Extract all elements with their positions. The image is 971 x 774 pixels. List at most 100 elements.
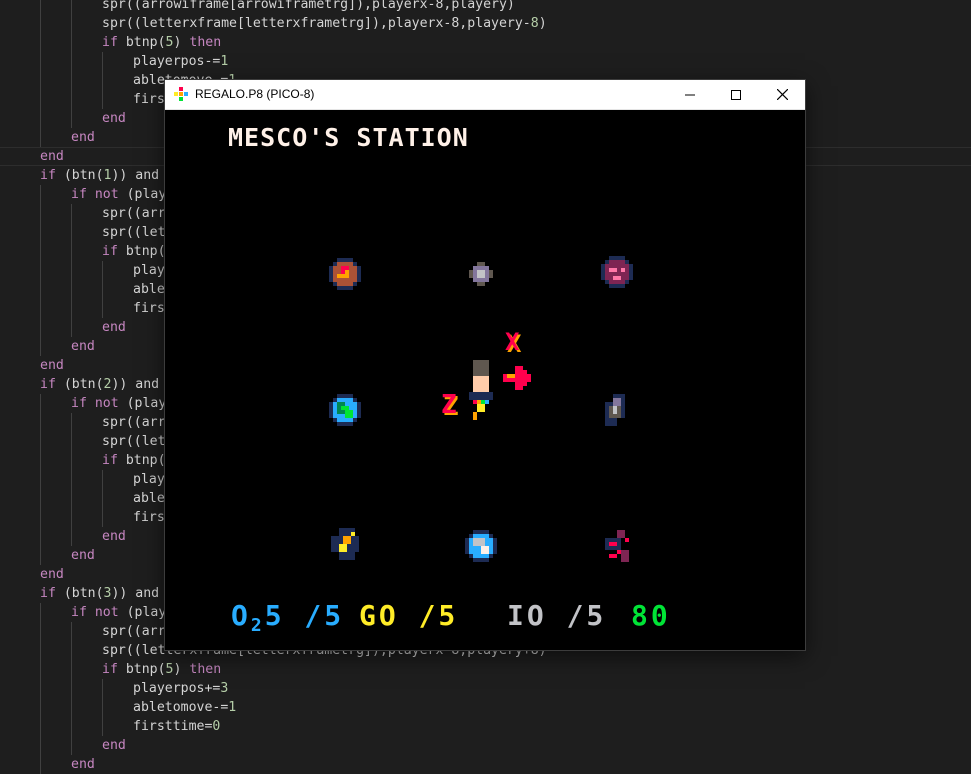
code-token: then [189,35,222,50]
code-line[interactable]: spr((arrowiframe[arrowiframetrg]),player… [102,0,515,14]
indent-guide [40,413,41,432]
code-line[interactable]: end [71,337,95,356]
indent-guide [102,71,103,90]
minimize-button[interactable] [667,80,713,109]
indent-guide [40,14,41,33]
small-moon-icon[interactable] [469,262,493,286]
code-line[interactable]: spr((lett [102,432,173,451]
code-line[interactable]: if not (playe [71,185,174,204]
indent-guide [40,546,41,565]
indent-guide [71,280,72,299]
asteroid-icon[interactable] [601,394,629,426]
code-token: end [102,529,126,544]
code-token: end [102,111,126,126]
code-line[interactable]: if (btn(2)) and [40,375,167,394]
code-line[interactable]: spr((lett [102,223,173,242]
player-character [469,360,493,420]
indent-guide [40,242,41,261]
code-line[interactable]: if btnp(5) then [102,660,221,679]
indent-guide [40,71,41,90]
code-line[interactable]: abletomove-=1 [133,698,236,717]
code-line[interactable]: end [40,565,64,584]
close-button[interactable] [759,80,805,109]
indent-guide [102,698,103,717]
code-line[interactable]: end [102,527,126,546]
code-line[interactable]: end [71,546,95,565]
code-token: if not [71,187,127,202]
maximize-button[interactable] [713,80,759,109]
code-line[interactable]: playerpos-=1 [133,52,228,71]
code-line[interactable]: end [71,128,95,147]
code-line[interactable]: end [102,736,126,755]
code-line[interactable]: if btnp( [102,242,166,261]
code-line[interactable]: spr((letterxframe[letterxframetrg]),play… [102,14,547,33]
maximize-icon [731,89,741,100]
code-line[interactable]: end [102,109,126,128]
code-token: ) [173,662,190,677]
code-token: playerpos+= [133,681,221,696]
indent-guide [40,679,41,698]
indent-guide [102,679,103,698]
indent-guide [71,0,72,14]
game-screen[interactable]: MESCO'S STATION X Z O25 /5 GO /5 IO /5 8… [165,110,805,650]
indent-guide [71,242,72,261]
indent-guide [102,470,103,489]
code-token: end [71,339,95,354]
code-line[interactable]: if not (playe [71,394,174,413]
pink-planet-icon[interactable] [601,256,633,288]
letter-x-indicator: X [505,328,520,356]
indent-guide [71,52,72,71]
code-token: btnp( [125,662,166,677]
indent-guide [40,717,41,736]
indent-guide [102,52,103,71]
window-titlebar[interactable]: REGALO.P8 (PICO-8) [165,80,805,110]
indent-guide [71,14,72,33]
lava-planet-icon[interactable] [329,258,361,290]
code-token: then [189,662,222,677]
indent-guide [40,451,41,470]
minimize-icon [685,94,695,95]
code-token: end [71,548,95,563]
ice-planet-icon[interactable] [465,530,497,562]
code-line[interactable]: spr((arro [102,413,173,432]
broken-planet-icon[interactable] [601,530,633,562]
code-token: if not [71,605,127,620]
indent-guide [71,698,72,717]
code-token: if [40,377,64,392]
code-token: (btn( [63,377,104,392]
indent-guide [40,394,41,413]
code-line[interactable]: if (btn(1)) and [40,166,167,185]
code-token: 1 [220,54,229,69]
code-line[interactable]: end [40,147,64,166]
indent-guide [40,223,41,242]
code-token: 0 [212,719,221,734]
indent-guide [71,204,72,223]
comet-planet-icon[interactable] [331,528,359,560]
code-line[interactable]: spr((arro [102,204,173,223]
earth-planet-icon[interactable] [329,394,361,426]
code-token: 8 [530,16,539,31]
code-line[interactable]: end [71,755,95,774]
o2-label: O [231,599,251,632]
code-line[interactable]: playerpos+=3 [133,679,228,698]
code-line[interactable]: firsttime=0 [133,717,220,736]
code-line[interactable]: if not (playe [71,603,174,622]
code-line[interactable]: spr((arro [102,622,173,641]
indent-guide [40,432,41,451]
indent-guide [40,660,41,679]
indent-guide [71,33,72,52]
code-line[interactable]: if btnp(5) then [102,33,221,52]
code-token: if [102,35,126,50]
go-counter: GO /5 [359,599,459,632]
indent-guide [71,508,72,527]
code-line[interactable]: if (btn(3)) and [40,584,167,603]
pico8-window[interactable]: REGALO.P8 (PICO-8) MESCO'S STATION X Z O… [165,80,805,650]
code-token: playerpos-= [133,54,221,69]
indent-guide [40,318,41,337]
code-line[interactable]: end [102,318,126,337]
code-token: ) [173,35,190,50]
code-token: btnp( [125,244,166,259]
code-line[interactable]: end [40,356,64,375]
indent-guide [40,261,41,280]
code-line[interactable]: if btnp( [102,451,166,470]
